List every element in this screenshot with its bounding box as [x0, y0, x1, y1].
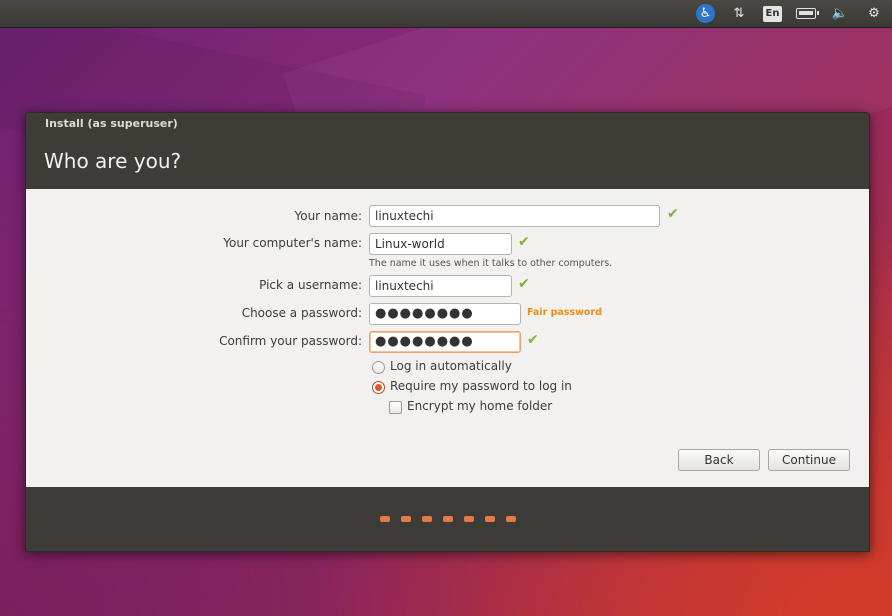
progress-step-dot [442, 516, 453, 522]
top-panel: ♿ ⇅ En 🔈 ⚙ [0, 0, 892, 28]
username-valid-check-icon: ✔ [518, 276, 530, 292]
name-valid-check-icon: ✔ [667, 206, 679, 222]
progress-step-dot [421, 516, 432, 522]
computer-name-field[interactable]: Linux-world [369, 233, 512, 255]
battery-icon[interactable] [796, 4, 819, 24]
name-label: Your name: [294, 209, 362, 223]
progress-step-dot [484, 516, 495, 522]
name-field[interactable]: linuxtechi [369, 205, 660, 227]
volume-icon[interactable]: 🔈 [830, 4, 850, 24]
progress-step-dot [463, 516, 474, 522]
progress-step-dot [400, 516, 411, 522]
encrypt-home-label[interactable]: Encrypt my home folder [407, 399, 552, 413]
back-button[interactable]: Back [678, 449, 760, 471]
confirm-password-valid-check-icon: ✔ [527, 332, 539, 348]
username-label: Pick a username: [259, 278, 362, 292]
window-header: Install (as superuser) Who are you? [26, 113, 869, 189]
confirm-password-field[interactable]: ●●●●●●●● [369, 331, 521, 353]
page-title: Who are you? [44, 149, 182, 173]
password-label: Choose a password: [241, 306, 362, 320]
auto-login-radio[interactable] [372, 361, 385, 374]
password-strength-label: Fair password [527, 307, 602, 318]
gear-icon[interactable]: ⚙ [864, 4, 884, 24]
who-are-you-form: Your name: linuxtechi ✔ Your computer's … [26, 189, 869, 487]
accessibility-icon[interactable]: ♿ [696, 4, 715, 23]
progress-step-dot [379, 516, 390, 522]
progress-step-dot [505, 516, 516, 522]
continue-button[interactable]: Continue [768, 449, 850, 471]
computer-name-label: Your computer's name: [223, 236, 362, 250]
auto-login-label[interactable]: Log in automatically [390, 359, 512, 373]
confirm-password-label: Confirm your password: [219, 334, 362, 348]
require-password-label[interactable]: Require my password to log in [390, 379, 572, 393]
password-field[interactable]: ●●●●●●●● [369, 303, 521, 325]
keyboard-layout-indicator[interactable]: En [763, 5, 782, 22]
require-password-radio[interactable] [372, 381, 385, 394]
network-arrows-icon[interactable]: ⇅ [729, 4, 749, 24]
encrypt-home-checkbox[interactable] [389, 401, 402, 414]
window-title: Install (as superuser) [45, 117, 178, 130]
installer-window: Install (as superuser) Who are you? Your… [25, 112, 870, 552]
computer-name-hint: The name it uses when it talks to other … [369, 258, 613, 269]
username-field[interactable]: linuxtechi [369, 275, 512, 297]
progress-footer [26, 487, 869, 551]
computer-name-valid-check-icon: ✔ [518, 234, 530, 250]
